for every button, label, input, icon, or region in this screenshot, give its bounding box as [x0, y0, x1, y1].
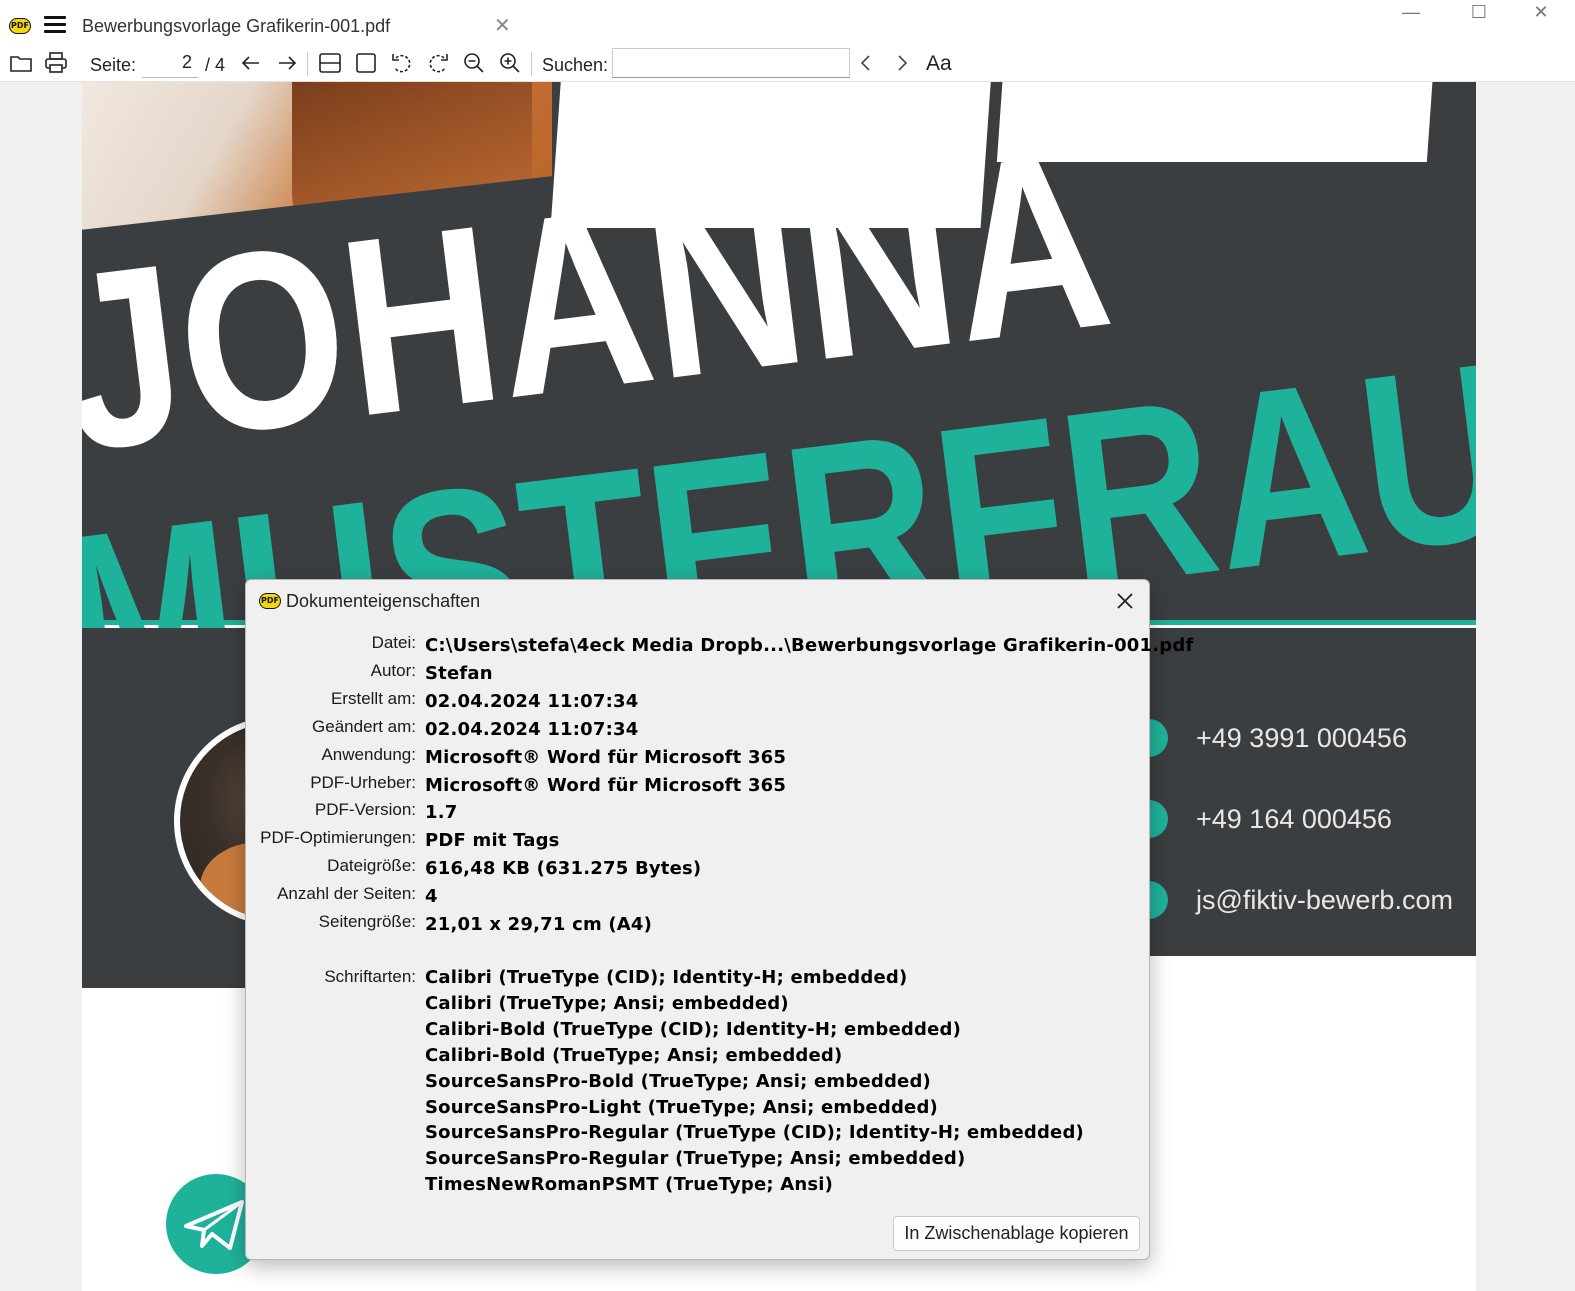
property-value: Microsoft® Word für Microsoft 365	[425, 746, 787, 768]
toolbar: Seite: / 4 Suchen: Aa	[0, 44, 1575, 82]
minimize-icon[interactable]: —	[1378, 0, 1444, 26]
previous-page-icon[interactable]	[238, 50, 264, 76]
property-label: PDF-Version:	[314, 800, 416, 820]
print-icon[interactable]	[43, 50, 69, 76]
property-value: 02.04.2024 11:07:34	[425, 690, 639, 712]
zoom-in-icon[interactable]	[497, 50, 523, 76]
property-row: Autor: Stefan	[246, 661, 1151, 687]
property-label: Autor:	[370, 660, 416, 680]
font-list-item: TimesNewRomanPSMT (TrueType; Ansi)	[425, 1174, 834, 1196]
tab-close-icon[interactable]: ✕	[494, 16, 511, 36]
property-row: Erstellt am: 02.04.2024 11:07:34	[246, 689, 1151, 715]
window-close-icon[interactable]: ✕	[1508, 0, 1574, 26]
match-case-icon[interactable]: Aa	[926, 52, 952, 76]
app-logo-icon: PDF	[9, 18, 31, 34]
open-folder-icon[interactable]	[8, 50, 34, 76]
contact-email: js@fiktiv-bewerb.com	[1142, 881, 1453, 919]
property-value: 616,48 KB (631.275 Bytes)	[425, 858, 702, 880]
property-label: Dateigröße:	[327, 856, 416, 876]
maximize-icon[interactable]: ☐	[1446, 0, 1512, 26]
hamburger-menu-icon[interactable]	[44, 16, 66, 34]
app-logo-icon: PDF	[259, 593, 281, 609]
document-properties-dialog: PDF Dokumenteigenschaften Datei: C:\Users…	[245, 579, 1194, 1260]
property-row: PDF-Optimierungen: PDF mit Tags	[246, 828, 1151, 854]
contact-phone-2: +49 164 000456	[1142, 800, 1392, 838]
page-number-input[interactable]	[142, 48, 198, 78]
font-list-item: Calibri (TrueType (CID); Identity-H; emb…	[425, 967, 908, 988]
property-row: Seitengröße: 21,01 x 29,71 cm (A4)	[246, 912, 1151, 938]
property-label: Anwendung:	[321, 744, 416, 764]
property-label: Erstellt am:	[330, 688, 416, 708]
property-row: PDF-Version: 1.7	[246, 800, 1151, 826]
property-label: PDF-Urheber:	[310, 772, 416, 792]
page-total: / 4	[205, 55, 226, 75]
property-value: Stefan	[425, 662, 493, 684]
search-input[interactable]	[612, 48, 850, 78]
search-previous-icon[interactable]	[854, 50, 880, 76]
fit-width-icon[interactable]	[317, 50, 343, 76]
font-list-item: SourceSansPro-Bold (TrueType; Ansi; embe…	[425, 1070, 931, 1092]
font-list-item: SourceSansPro-Regular (TrueType (CID); I…	[425, 1122, 1084, 1144]
search-next-icon[interactable]	[889, 50, 915, 76]
font-list-item: SourceSansPro-Regular (TrueType; Ansi; e…	[425, 1148, 966, 1170]
page-label: Seite:	[90, 55, 137, 75]
property-row: Anzahl der Seiten: 4	[246, 884, 1151, 910]
font-list-item: Calibri-Bold (TrueType; Ansi; embedded)	[425, 1044, 843, 1066]
copy-to-clipboard-button[interactable]: In Zwischenablage kopieren	[893, 1216, 1140, 1251]
property-value: Microsoft® Word für Microsoft 365	[425, 774, 787, 796]
name-heading-graphic: JOHANNA MUSTERFRAU	[82, 98, 1476, 642]
font-list-item: SourceSansPro-Light (TrueType; Ansi; emb…	[425, 1096, 938, 1118]
property-value: 02.04.2024 11:07:34	[425, 718, 639, 740]
font-list-item: Calibri-Bold (TrueType (CID); Identity-H…	[425, 1018, 961, 1040]
property-label: Anzahl der Seiten:	[277, 884, 416, 904]
dialog-title: Dokumenteigenschaften	[286, 591, 481, 611]
property-label: PDF-Optimierungen:	[260, 828, 416, 848]
zoom-out-icon[interactable]	[461, 50, 487, 76]
property-row: Anwendung: Microsoft® Word für Microsoft …	[246, 745, 1151, 771]
document-tab-title[interactable]: Bewerbungsvorlage Grafikerin-001.pdf	[82, 16, 390, 37]
property-label: Datei:	[371, 633, 416, 652]
title-bar: PDF Bewerbungsvorlage Grafikerin-001.pdf…	[0, 0, 1575, 44]
font-list-item: Calibri (TrueType; Ansi; embedded)	[425, 992, 789, 1014]
property-value: C:\Users\stefa\4eck Media Dropb...\Bewer…	[425, 635, 1194, 656]
search-label: Suchen:	[542, 55, 609, 75]
property-row: Geändert am: 02.04.2024 11:07:34	[246, 717, 1151, 743]
fit-page-icon[interactable]	[353, 50, 379, 76]
property-value: 1.7	[425, 802, 458, 824]
property-label: Geändert am:	[312, 716, 416, 736]
property-value: 21,01 x 29,71 cm (A4)	[425, 914, 653, 935]
dialog-close-icon[interactable]	[1112, 588, 1138, 614]
property-label: Schriftarten:	[324, 967, 416, 986]
property-row: Dateigröße: 616,48 KB (631.275 Bytes)	[246, 856, 1151, 882]
property-value: PDF mit Tags	[425, 830, 560, 852]
property-row: Datei: C:\Users\stefa\4eck Media Dropb...…	[246, 633, 1194, 659]
property-label: Seitengröße:	[318, 912, 416, 931]
property-value: 4	[425, 886, 438, 908]
property-row: PDF-Urheber: Microsoft® Word für Microsof…	[246, 773, 1151, 799]
next-page-icon[interactable]	[274, 50, 300, 76]
rotate-left-icon[interactable]	[389, 50, 415, 76]
contact-phone-1: +49 3991 000456	[1142, 719, 1407, 757]
rotate-right-icon[interactable]	[425, 50, 451, 76]
